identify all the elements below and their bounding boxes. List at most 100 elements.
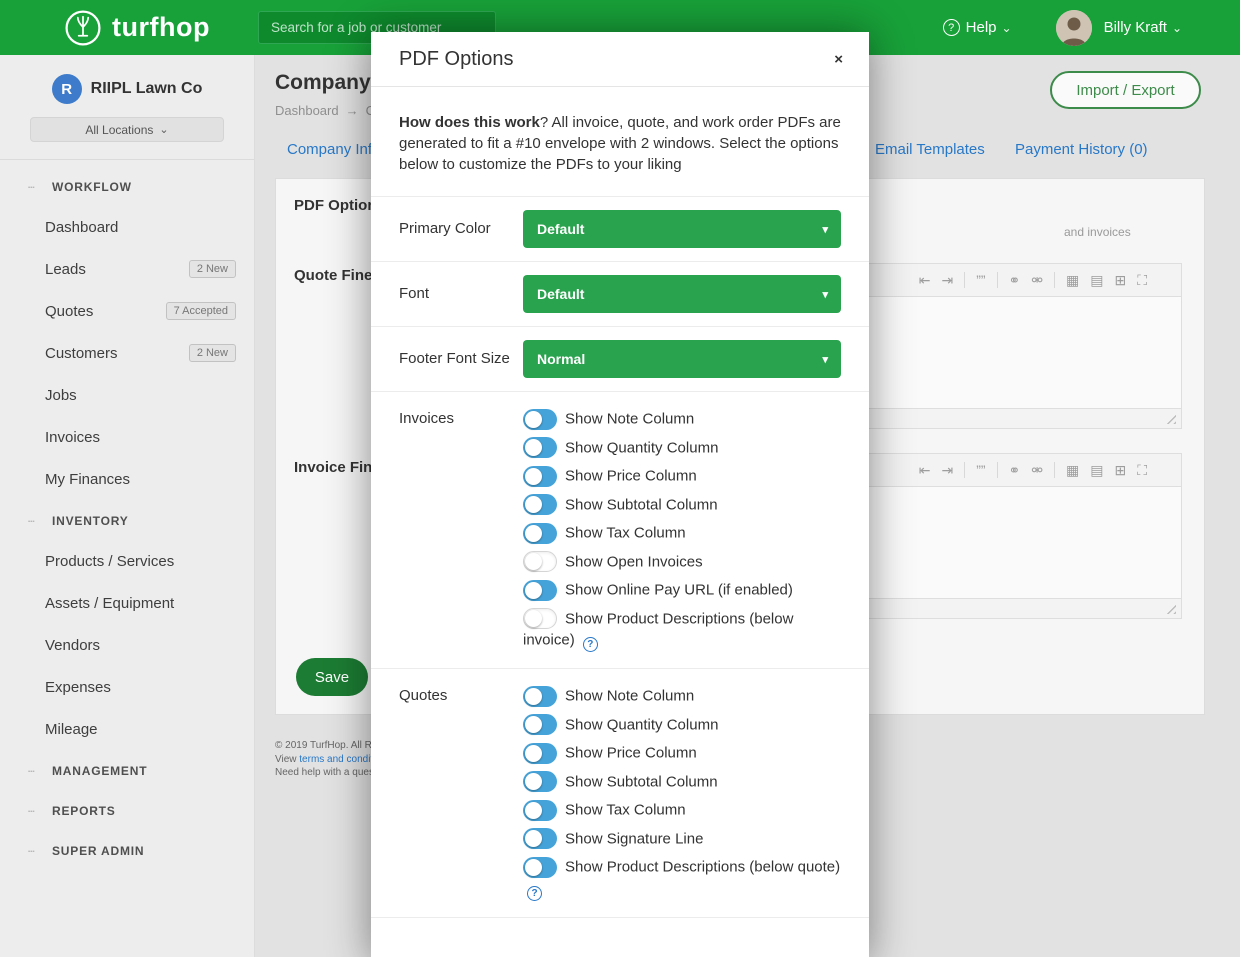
toggle-show-quantity-column[interactable]	[523, 714, 557, 735]
toggle-show-quantity-column[interactable]	[523, 437, 557, 458]
unlink-icon[interactable]: ⚮	[1031, 463, 1043, 477]
tab-company-info[interactable]: Company Info	[287, 141, 380, 158]
sidebar-section-super-admin[interactable]: ┄SUPER ADMIN	[0, 832, 254, 870]
user-avatar[interactable]	[1056, 10, 1092, 46]
toggle-show-online-pay-url-if-enabled[interactable]	[523, 580, 557, 601]
image-icon[interactable]: ▦	[1066, 273, 1079, 287]
toggle-show-tax-column[interactable]	[523, 800, 557, 821]
company-logo-icon: R	[52, 74, 82, 104]
sidebar-item-dashboard[interactable]: Dashboard	[0, 206, 254, 248]
sidebar-item-products-services[interactable]: Products / Services	[0, 540, 254, 582]
fullscreen-icon[interactable]: ⛶	[1137, 273, 1147, 287]
modal-title: PDF Options	[399, 48, 513, 71]
toggle-show-subtotal-column[interactable]	[523, 494, 557, 515]
sidebar-item-jobs[interactable]: Jobs	[0, 374, 254, 416]
tab-email-templates[interactable]: Email Templates	[875, 141, 985, 158]
chevron-down-icon: ⌄	[1002, 21, 1012, 35]
caret-down-icon: ▾	[822, 353, 828, 366]
company-header[interactable]: R RIIPL Lawn Co	[0, 55, 254, 115]
toggle-item-show-tax-column: Show Tax Column	[523, 522, 841, 544]
fullscreen-icon[interactable]: ⛶	[1137, 463, 1147, 477]
save-button[interactable]: Save	[296, 658, 368, 696]
link-icon[interactable]: ⚭	[1009, 463, 1021, 477]
sidebar-section-management[interactable]: ┄MANAGEMENT	[0, 752, 254, 790]
breadcrumb-home[interactable]: Dashboard	[275, 103, 339, 118]
toggle-item-show-product-descriptions-below-invoice: Show Product Descriptions (below invoice…	[523, 608, 841, 653]
toggle-show-note-column[interactable]	[523, 686, 557, 707]
unlink-icon[interactable]: ⚮	[1031, 273, 1043, 287]
help-icon[interactable]: ?	[527, 886, 542, 901]
primary-color-select[interactable]: Default▾	[523, 210, 841, 248]
sidebar-section-reports[interactable]: ┄REPORTS	[0, 792, 254, 830]
help-circle-icon: ?	[943, 19, 960, 36]
toggle-knob	[525, 582, 542, 599]
tab-payment-history[interactable]: Payment History (0)	[1015, 141, 1148, 158]
resize-handle-icon[interactable]	[1165, 603, 1176, 614]
sidebar-item-mileage[interactable]: Mileage	[0, 708, 254, 750]
toggle-knob	[525, 468, 542, 485]
sidebar-item-my-finances[interactable]: My Finances	[0, 458, 254, 500]
sidebar-item-invoices[interactable]: Invoices	[0, 416, 254, 458]
brand-name: turfhop	[112, 12, 210, 43]
sidebar-nav: ┄WORKFLOWDashboardLeads2 NewQuotes7 Acce…	[0, 160, 254, 870]
field-label: Invoices	[399, 408, 523, 652]
outdent-icon[interactable]: ⇤	[919, 273, 931, 287]
sidebar-item-vendors[interactable]: Vendors	[0, 624, 254, 666]
field-label: Quotes	[399, 685, 523, 901]
sidebar-item-assets-equipment[interactable]: Assets / Equipment	[0, 582, 254, 624]
toggle-show-open-invoices[interactable]	[523, 551, 557, 572]
field-label: Primary Color	[399, 210, 523, 248]
sidebar-item-expenses[interactable]: Expenses	[0, 666, 254, 708]
sprinkler-logo-icon	[64, 9, 102, 47]
blockquote-icon[interactable]: ””	[976, 273, 985, 287]
company-name: RIIPL Lawn Co	[91, 80, 203, 98]
link-icon[interactable]: ⚭	[1009, 273, 1021, 287]
toggle-item-show-note-column: Show Note Column	[523, 408, 841, 430]
select-value: Default	[537, 286, 584, 302]
image-icon[interactable]: ▦	[1066, 463, 1079, 477]
toggle-show-product-descriptions-below-quote[interactable]	[523, 857, 557, 878]
indent-icon[interactable]: ⇥	[941, 273, 953, 287]
import-export-button[interactable]: Import / Export	[1050, 71, 1201, 109]
toggle-knob	[525, 553, 542, 570]
close-icon[interactable]: ×	[834, 51, 843, 68]
toggle-show-subtotal-column[interactable]	[523, 771, 557, 792]
toggle-show-note-column[interactable]	[523, 409, 557, 430]
dashes-icon: ┄	[28, 765, 44, 778]
font-select[interactable]: Default▾	[523, 275, 841, 313]
table-icon[interactable]: ⊞	[1114, 463, 1126, 477]
sidebar-section-inventory[interactable]: ┄INVENTORY	[0, 502, 254, 540]
dashes-icon: ┄	[28, 181, 44, 194]
dashes-icon: ┄	[28, 805, 44, 818]
sidebar-item-leads[interactable]: Leads2 New	[0, 248, 254, 290]
help-icon[interactable]: ?	[583, 637, 598, 652]
footer-font-size-select[interactable]: Normal▾	[523, 340, 841, 378]
brand-logo[interactable]: turfhop	[64, 9, 210, 47]
pdf-options-hint: and invoices	[1064, 225, 1131, 239]
toggle-show-signature-line[interactable]	[523, 828, 557, 849]
toggle-show-product-descriptions-below-invoice[interactable]	[523, 608, 557, 629]
toggle-knob	[525, 496, 542, 513]
indent-icon[interactable]: ⇥	[941, 463, 953, 477]
frame-icon[interactable]: ▤	[1090, 273, 1103, 287]
sidebar-item-quotes[interactable]: Quotes7 Accepted	[0, 290, 254, 332]
sidebar: R RIIPL Lawn Co All Locations ⌄ ┄WORKFLO…	[0, 55, 255, 957]
help-menu[interactable]: ? Help ⌄	[943, 19, 1012, 36]
toggle-knob	[525, 688, 542, 705]
toolbar-divider	[964, 272, 965, 288]
toggle-show-price-column[interactable]	[523, 743, 557, 764]
toggle-show-price-column[interactable]	[523, 466, 557, 487]
toggle-item-show-signature-line: Show Signature Line	[523, 828, 841, 850]
resize-handle-icon[interactable]	[1165, 413, 1176, 424]
sidebar-item-customers[interactable]: Customers2 New	[0, 332, 254, 374]
blockquote-icon[interactable]: ””	[976, 463, 985, 477]
table-icon[interactable]: ⊞	[1114, 273, 1126, 287]
count-badge: 2 New	[189, 260, 236, 278]
user-menu[interactable]: Billy Kraft ⌄	[1104, 19, 1182, 36]
sidebar-section-workflow[interactable]: ┄WORKFLOW	[0, 168, 254, 206]
locations-dropdown[interactable]: All Locations ⌄	[30, 117, 224, 142]
frame-icon[interactable]: ▤	[1090, 463, 1103, 477]
toggle-show-tax-column[interactable]	[523, 523, 557, 544]
outdent-icon[interactable]: ⇤	[919, 463, 931, 477]
toggle-item-show-price-column: Show Price Column	[523, 465, 841, 487]
